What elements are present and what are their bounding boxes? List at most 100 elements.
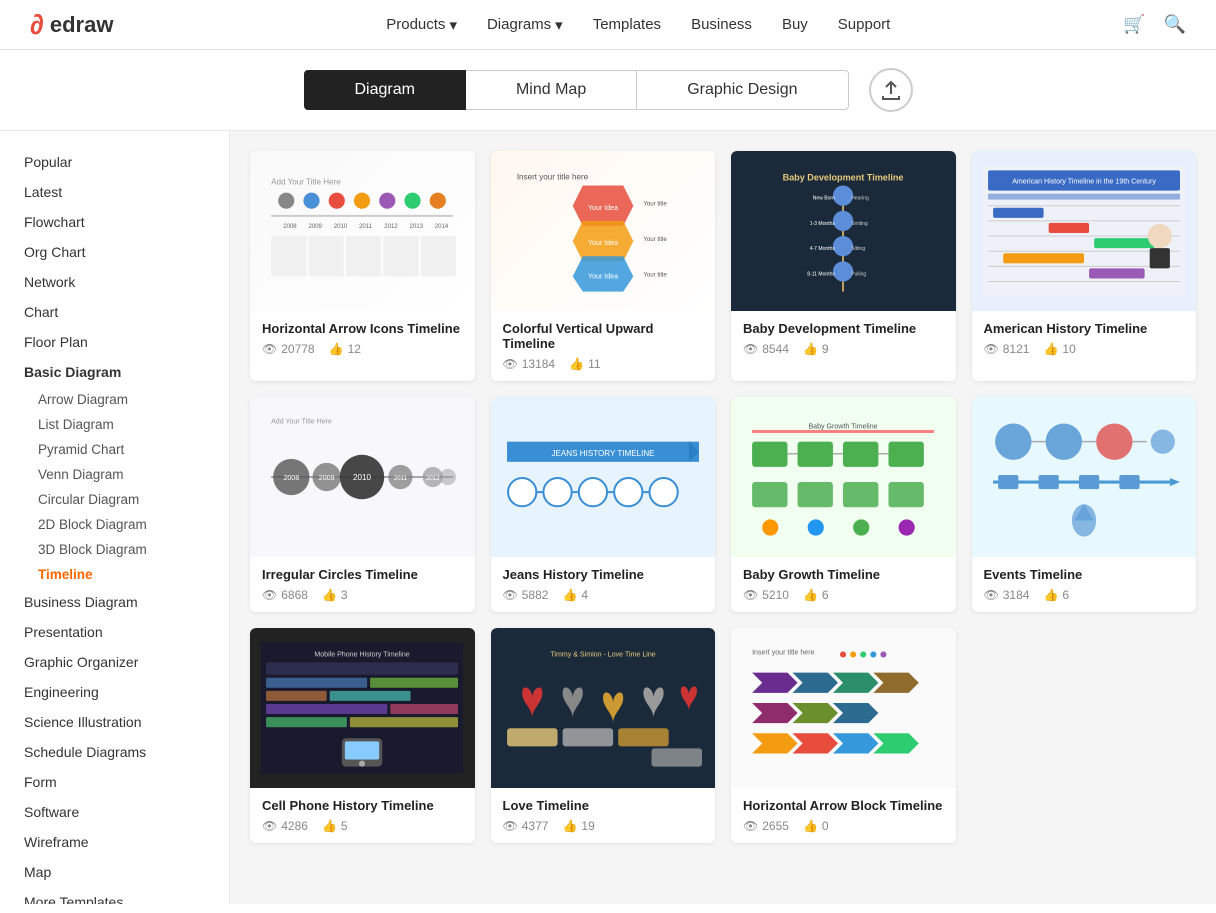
svg-text:2013: 2013 xyxy=(410,224,424,230)
like-icon: 👍 xyxy=(569,357,584,371)
card-thumbnail: Baby Development Timeline New Born 1-3 M… xyxy=(731,151,956,311)
sidebar-sub-arrow[interactable]: Arrow Diagram xyxy=(0,387,229,412)
card-irregular-circles[interactable]: Add Your Title Here 2008 2009 2010 xyxy=(250,397,475,612)
sidebar-sub-circular[interactable]: Circular Diagram xyxy=(0,487,229,512)
sidebar-item-popular[interactable]: Popular xyxy=(0,147,229,177)
svg-text:Add Your Title Here: Add Your Title Here xyxy=(271,418,332,425)
main-nav: Products ▾ Diagrams ▾ Templates Business… xyxy=(153,16,1123,34)
svg-text:Pulling: Pulling xyxy=(851,271,866,277)
card-info: Colorful Vertical Upward Timeline 👁 1318… xyxy=(491,311,716,381)
tab-mindmap[interactable]: Mind Map xyxy=(466,70,636,110)
like-stat: 👍 12 xyxy=(329,342,361,356)
card-horizontal-arrow-block[interactable]: Insert your title here xyxy=(731,628,956,843)
upload-button[interactable] xyxy=(869,68,913,112)
sidebar-sub-list[interactable]: List Diagram xyxy=(0,412,229,437)
card-jeans-history[interactable]: JEANS HISTORY TIMELINE xyxy=(491,397,716,612)
eye-icon: 👁 xyxy=(984,342,999,356)
sidebar-item-basicdiagram[interactable]: Basic Diagram xyxy=(0,357,229,387)
logo[interactable]: ∂ edraw xyxy=(30,9,113,41)
sidebar-sub-3dblock[interactable]: 3D Block Diagram xyxy=(0,537,229,562)
card-stats: 👁 8121 👍 10 xyxy=(984,342,1185,356)
svg-text:1-3 Months: 1-3 Months xyxy=(810,221,836,227)
nav-buy[interactable]: Buy xyxy=(782,16,808,33)
eye-icon: 👁 xyxy=(262,342,277,356)
sidebar-item-engineering[interactable]: Engineering xyxy=(0,677,229,707)
svg-text:Your Idea: Your Idea xyxy=(588,240,618,247)
sidebar-sub-pyramid[interactable]: Pyramid Chart xyxy=(0,437,229,462)
view-stat: 👁 6868 xyxy=(262,588,308,602)
cart-icon[interactable]: 🛒 xyxy=(1123,14,1145,35)
sidebar-item-map[interactable]: Map xyxy=(0,857,229,887)
card-colorful-vertical[interactable]: Insert your title here Your Idea Your Id… xyxy=(491,151,716,381)
view-stat: 👁 4286 xyxy=(262,819,308,833)
nav-support[interactable]: Support xyxy=(838,16,891,33)
card-title: Baby Development Timeline xyxy=(743,321,944,336)
view-stat: 👁 5210 xyxy=(743,588,789,602)
sidebar-item-graphicorganizer[interactable]: Graphic Organizer xyxy=(0,647,229,677)
eye-icon: 👁 xyxy=(262,819,277,833)
nav-templates[interactable]: Templates xyxy=(593,16,661,33)
main-layout: Popular Latest Flowchart Org Chart Netwo… xyxy=(0,131,1216,904)
sidebar-sub-timeline[interactable]: Timeline xyxy=(0,562,229,587)
card-title: Cell Phone History Timeline xyxy=(262,798,463,813)
sidebar-item-chart[interactable]: Chart xyxy=(0,297,229,327)
card-info: Baby Development Timeline 👁 8544 👍 9 xyxy=(731,311,956,366)
sidebar-item-business[interactable]: Business Diagram xyxy=(0,587,229,617)
like-stat: 👍 0 xyxy=(803,819,829,833)
sidebar-item-orgchart[interactable]: Org Chart xyxy=(0,237,229,267)
sidebar-sub-2dblock[interactable]: 2D Block Diagram xyxy=(0,512,229,537)
sidebar-item-wireframe[interactable]: Wireframe xyxy=(0,827,229,857)
sidebar-item-science[interactable]: Science Illustration xyxy=(0,707,229,737)
card-love[interactable]: Timmy & Simion - Love Time Line xyxy=(491,628,716,843)
sidebar-item-schedule[interactable]: Schedule Diagrams xyxy=(0,737,229,767)
eye-icon: 👁 xyxy=(984,588,999,602)
like-icon: 👍 xyxy=(322,819,337,833)
like-icon: 👍 xyxy=(329,342,344,356)
like-icon: 👍 xyxy=(803,588,818,602)
nav-products[interactable]: Products ▾ xyxy=(386,16,457,34)
search-icon[interactable]: 🔍 xyxy=(1164,14,1186,35)
nav-business[interactable]: Business xyxy=(691,16,752,33)
card-thumbnail: Baby Growth Timeline xyxy=(731,397,956,557)
card-title: Irregular Circles Timeline xyxy=(262,567,463,582)
sidebar-item-network[interactable]: Network xyxy=(0,267,229,297)
sidebar-item-software[interactable]: Software xyxy=(0,797,229,827)
svg-text:Your title: Your title xyxy=(643,272,667,278)
nav-diagrams[interactable]: Diagrams ▾ xyxy=(487,16,563,34)
card-title: Horizontal Arrow Icons Timeline xyxy=(262,321,463,336)
card-stats: 👁 5210 👍 6 xyxy=(743,588,944,602)
card-thumbnail xyxy=(972,397,1197,557)
svg-text:8-11 Months: 8-11 Months xyxy=(807,271,835,277)
card-title: Colorful Vertical Upward Timeline xyxy=(503,321,704,351)
sidebar-sub-venn[interactable]: Venn Diagram xyxy=(0,462,229,487)
card-thumbnail: Timmy & Simion - Love Time Line xyxy=(491,628,716,788)
sidebar-item-floorplan[interactable]: Floor Plan xyxy=(0,327,229,357)
card-info: Events Timeline 👁 3184 👍 6 xyxy=(972,557,1197,612)
svg-text:2012: 2012 xyxy=(384,224,398,230)
tab-graphic-design[interactable]: Graphic Design xyxy=(636,70,848,110)
card-stats: 👁 5882 👍 4 xyxy=(503,588,704,602)
header-icons: 🛒 🔍 xyxy=(1123,14,1186,35)
like-stat: 👍 4 xyxy=(562,588,588,602)
card-american-history[interactable]: American History Timeline in the 19th Ce… xyxy=(972,151,1197,381)
card-baby-growth[interactable]: Baby Growth Timeline xyxy=(731,397,956,612)
sidebar: Popular Latest Flowchart Org Chart Netwo… xyxy=(0,131,230,904)
sidebar-item-latest[interactable]: Latest xyxy=(0,177,229,207)
card-stats: 👁 4286 👍 5 xyxy=(262,819,463,833)
like-stat: 👍 9 xyxy=(803,342,829,356)
card-horizontal-arrow[interactable]: Add Your Title Here 2008 2009 xyxy=(250,151,475,381)
chevron-down-icon: ▾ xyxy=(555,16,563,34)
card-events[interactable]: Events Timeline 👁 3184 👍 6 xyxy=(972,397,1197,612)
view-stat: 👁 8544 xyxy=(743,342,789,356)
card-thumbnail: Insert your title here Your Idea Your Id… xyxy=(491,151,716,311)
svg-text:Insert your title here: Insert your title here xyxy=(752,649,814,656)
sidebar-item-flowchart[interactable]: Flowchart xyxy=(0,207,229,237)
sidebar-item-presentation[interactable]: Presentation xyxy=(0,617,229,647)
sidebar-item-form[interactable]: Form xyxy=(0,767,229,797)
sidebar-item-more[interactable]: More Templates xyxy=(0,887,229,904)
like-stat: 👍 6 xyxy=(803,588,829,602)
card-cell-phone[interactable]: Mobile Phone History Timeline xyxy=(250,628,475,843)
tab-diagram[interactable]: Diagram xyxy=(304,70,466,110)
card-thumbnail: Add Your Title Here 2008 2009 xyxy=(250,151,475,311)
card-baby-dev[interactable]: Baby Development Timeline New Born 1-3 M… xyxy=(731,151,956,381)
